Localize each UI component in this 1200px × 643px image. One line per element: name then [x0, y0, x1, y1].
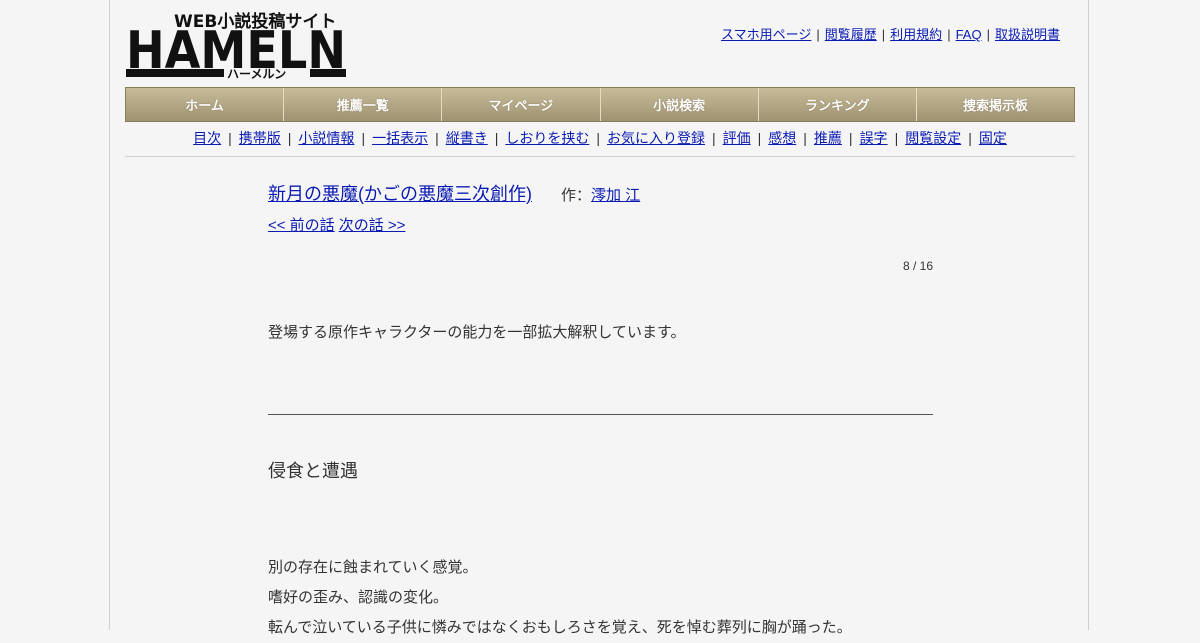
main-nav: ホーム 推薦一覧 マイページ 小説検索 ランキング 捜索掲示板: [125, 87, 1075, 122]
logo-kana: ハーメルン: [227, 67, 286, 80]
page-count: 8 / 16: [902, 259, 933, 273]
subnav-mobile[interactable]: 携帯版: [239, 130, 281, 146]
subnav-reading-settings[interactable]: 閲覧設定: [905, 130, 961, 146]
hameln-logo[interactable]: WEB小説投稿サイト HAMELN ハーメルン: [126, 10, 346, 80]
subnav-recommend[interactable]: 推薦: [814, 130, 842, 146]
author-label: 作：: [561, 187, 592, 204]
nav-ranking[interactable]: ランキング: [759, 88, 917, 121]
link-smartphone-page[interactable]: スマホ用ページ: [721, 27, 811, 42]
nav-mypage[interactable]: マイページ: [442, 88, 601, 121]
link-history[interactable]: 閲覧履歴: [825, 27, 877, 42]
preface-text: 登場する原作キャラクターの能力を一部拡大解釈しています。: [268, 324, 686, 341]
subnav-bookmark[interactable]: しおりを挟む: [505, 130, 589, 146]
subnav-show-all[interactable]: 一括表示: [372, 130, 428, 146]
body-line: 転んで泣いている子供に憐みではなくおもしろさを覚え、死を悼む葬列に胸が踊った。: [268, 619, 852, 636]
subnav-typo[interactable]: 誤字: [860, 130, 888, 146]
nav-recommendations[interactable]: 推薦一覧: [284, 88, 443, 121]
sub-nav: 目次 | 携帯版 | 小説情報 | 一括表示 | 縦書き | しおりを挟む | お気に入り登録 | 評価 | 感…: [125, 128, 1075, 157]
episode-nav: << 前の話 次の話 >>: [268, 214, 933, 235]
subnav-toc[interactable]: 目次: [193, 130, 221, 146]
page-container: WEB小説投稿サイト HAMELN ハーメルン スマホ用ページ | 閲覧履歴 | 利用規…: [109, 0, 1089, 636]
subnav-rating[interactable]: 評価: [723, 130, 751, 146]
subnav-pin[interactable]: 固定: [979, 130, 1007, 146]
novel-content: 新月の悪魔(かごの悪魔三次創作) 作：澪加 江 << 前の話 次の話 >> 8 /…: [268, 180, 933, 643]
nav-novel-search[interactable]: 小説検索: [601, 88, 759, 121]
author-link[interactable]: 澪加 江: [591, 187, 640, 204]
link-terms[interactable]: 利用規約: [890, 27, 942, 42]
body-line: 嗜好の歪み、認識の変化。: [268, 589, 449, 606]
subnav-comments[interactable]: 感想: [768, 130, 796, 146]
link-manual[interactable]: 取扱説明書: [995, 27, 1060, 42]
chapter-title: 侵食と遭遇: [268, 461, 358, 481]
novel-title-link[interactable]: 新月の悪魔(かごの悪魔三次創作): [268, 184, 532, 204]
subnav-vertical[interactable]: 縦書き: [446, 130, 488, 146]
divider: [268, 414, 933, 415]
nav-search-board[interactable]: 捜索掲示板: [917, 88, 1074, 121]
top-links: スマホ用ページ | 閲覧履歴 | 利用規約 | FAQ | 取扱説明書: [721, 27, 1060, 42]
subnav-novel-info[interactable]: 小説情報: [298, 130, 354, 146]
next-episode-link[interactable]: 次の話 >>: [339, 217, 406, 234]
prev-episode-link[interactable]: << 前の話: [268, 217, 335, 234]
body-line: 別の存在に蝕まれていく感覚。: [268, 559, 478, 576]
subnav-favorite[interactable]: お気に入り登録: [607, 130, 705, 146]
nav-home[interactable]: ホーム: [126, 88, 285, 121]
link-faq[interactable]: FAQ: [956, 27, 982, 42]
title-line: 新月の悪魔(かごの悪魔三次創作) 作：澪加 江: [268, 180, 933, 206]
